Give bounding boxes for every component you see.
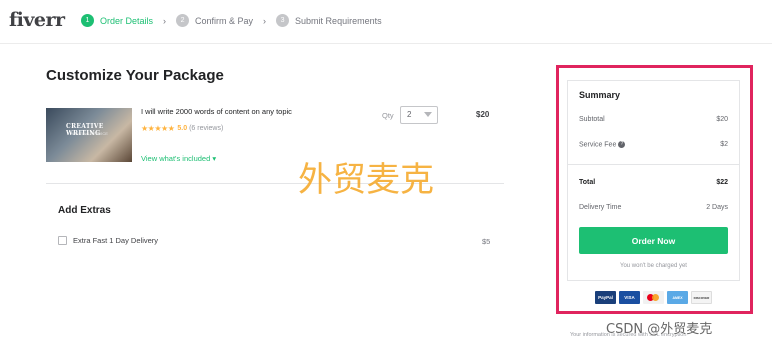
watermark-center: 外贸麦克 bbox=[298, 160, 434, 200]
total-label: Total bbox=[579, 179, 596, 186]
step-confirm-pay[interactable]: 2 Confirm & Pay bbox=[176, 14, 253, 27]
payment-methods: PayPal VISA AMEX DISCOVER bbox=[595, 291, 715, 304]
qty-label: Qty bbox=[382, 111, 394, 120]
quantity-value: 2 bbox=[407, 110, 412, 119]
service-fee-label: Service Fee? bbox=[579, 141, 626, 148]
extra-option[interactable]: Extra Fast 1 Day Delivery bbox=[58, 236, 158, 245]
gig-rating: ★★★★★ 5.0 (6 reviews) bbox=[141, 124, 223, 133]
subtotal-value: $20 bbox=[716, 116, 728, 123]
chevron-right-icon: › bbox=[263, 15, 267, 26]
checkout-steps: 1 Order Details › 2 Confirm & Pay › 3 Su… bbox=[81, 14, 382, 27]
step-number: 1 bbox=[81, 14, 94, 27]
gig-title[interactable]: I will write 2000 words of content on an… bbox=[141, 107, 292, 116]
gig-thumbnail[interactable]: CREATIVE WRITING WRITING SERVICE bbox=[46, 108, 132, 162]
step-submit-requirements[interactable]: 3 Submit Requirements bbox=[276, 14, 382, 27]
watermark-corner: CSDN @外贸麦克 bbox=[606, 322, 713, 337]
page-title: Customize Your Package bbox=[46, 67, 224, 84]
extra-price: $5 bbox=[482, 237, 491, 246]
subtotal-label: Subtotal bbox=[579, 116, 605, 123]
no-charge-note: You won't be charged yet bbox=[620, 263, 687, 269]
total-value: $22 bbox=[716, 179, 728, 186]
step-label: Submit Requirements bbox=[295, 15, 382, 26]
chevron-right-icon: › bbox=[163, 15, 167, 26]
section-divider bbox=[46, 183, 504, 184]
star-icon: ★★★★★ bbox=[141, 124, 175, 133]
rating-score: 5.0 bbox=[177, 125, 188, 132]
delivery-time-label: Delivery Time bbox=[579, 204, 622, 211]
step-label: Confirm & Pay bbox=[195, 15, 254, 26]
review-count: (6 reviews) bbox=[189, 125, 224, 132]
delivery-time-value: 2 Days bbox=[706, 204, 728, 211]
step-number: 2 bbox=[176, 14, 190, 27]
help-icon[interactable]: ? bbox=[618, 141, 626, 148]
fiverr-logo[interactable]: fiverr bbox=[9, 9, 65, 31]
step-number: 3 bbox=[276, 14, 290, 27]
visa-icon: VISA bbox=[619, 291, 640, 304]
quantity-select[interactable]: 2 bbox=[400, 106, 438, 124]
amex-icon: AMEX bbox=[667, 291, 688, 304]
step-order-details[interactable]: 1 Order Details bbox=[81, 14, 153, 27]
top-header: fiverr 1 Order Details › 2 Confirm & Pay… bbox=[0, 0, 772, 44]
extras-heading: Add Extras bbox=[58, 205, 111, 216]
item-price: $20 bbox=[476, 110, 490, 119]
paypal-icon: PayPal bbox=[595, 291, 616, 304]
service-fee-value: $2 bbox=[720, 141, 728, 148]
order-now-button[interactable]: Order Now bbox=[579, 227, 728, 254]
summary-title: Summary bbox=[579, 90, 621, 100]
extra-checkbox[interactable] bbox=[58, 236, 67, 245]
extra-label: Extra Fast 1 Day Delivery bbox=[73, 236, 159, 245]
step-label: Order Details bbox=[100, 15, 154, 26]
thumbnail-subcaption: WRITING SERVICE bbox=[72, 131, 108, 136]
summary-divider bbox=[567, 164, 740, 165]
whats-included-link[interactable]: View what's included ▾ bbox=[141, 154, 216, 163]
mastercard-icon bbox=[643, 291, 664, 304]
discover-icon: DISCOVER bbox=[691, 291, 712, 304]
chevron-down-icon bbox=[424, 112, 432, 117]
